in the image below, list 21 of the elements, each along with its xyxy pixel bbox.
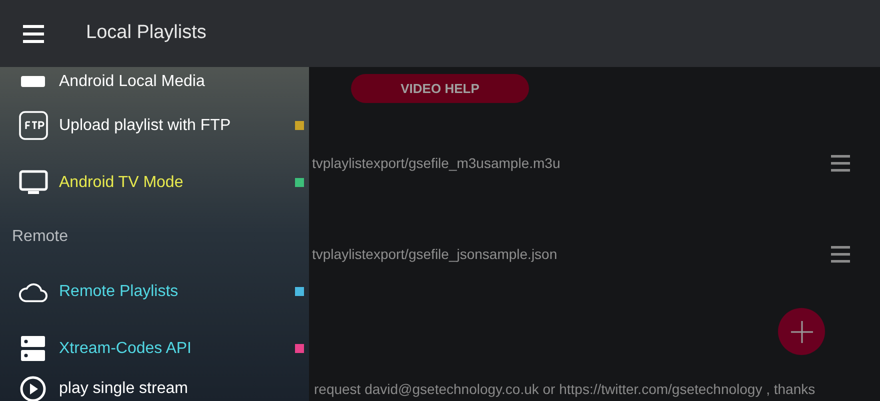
add-button[interactable]: [778, 308, 825, 355]
plus-icon: [790, 320, 812, 342]
menu-icon[interactable]: [23, 24, 44, 42]
monitor-icon: [18, 170, 48, 195]
playlist-path[interactable]: tvplaylistexport/gsefile_m3usample.m3u: [312, 152, 560, 174]
playlist-path[interactable]: tvplaylistexport/gsefile_jsonsample.json: [312, 244, 558, 264]
drawer-item[interactable]: Android Local Media: [0, 67, 309, 97]
drawer-item[interactable]: Xtream-Codes API: [0, 320, 309, 377]
video-help-button[interactable]: VIDEO HELP: [351, 74, 529, 103]
footer-text: request david@gsetechnology.co.uk or https://twitter.com/gsetechnology , thanks: [314, 380, 816, 399]
drawer-item[interactable]: Remote Playlists: [0, 263, 309, 320]
play-icon: [20, 376, 46, 401]
drawer-item[interactable]: play single stream: [0, 377, 309, 401]
server-icon: [21, 336, 45, 361]
section-header: Remote: [12, 227, 68, 247]
rectangle-icon: [20, 76, 46, 88]
cloud-icon: [18, 280, 48, 302]
drawer-item[interactable]: Upload playlist with FTP: [0, 97, 309, 154]
ftp-icon: [18, 111, 48, 140]
drawer-item[interactable]: Android TV Mode: [0, 154, 309, 211]
app-bar-title: Local Playlists: [86, 21, 206, 46]
